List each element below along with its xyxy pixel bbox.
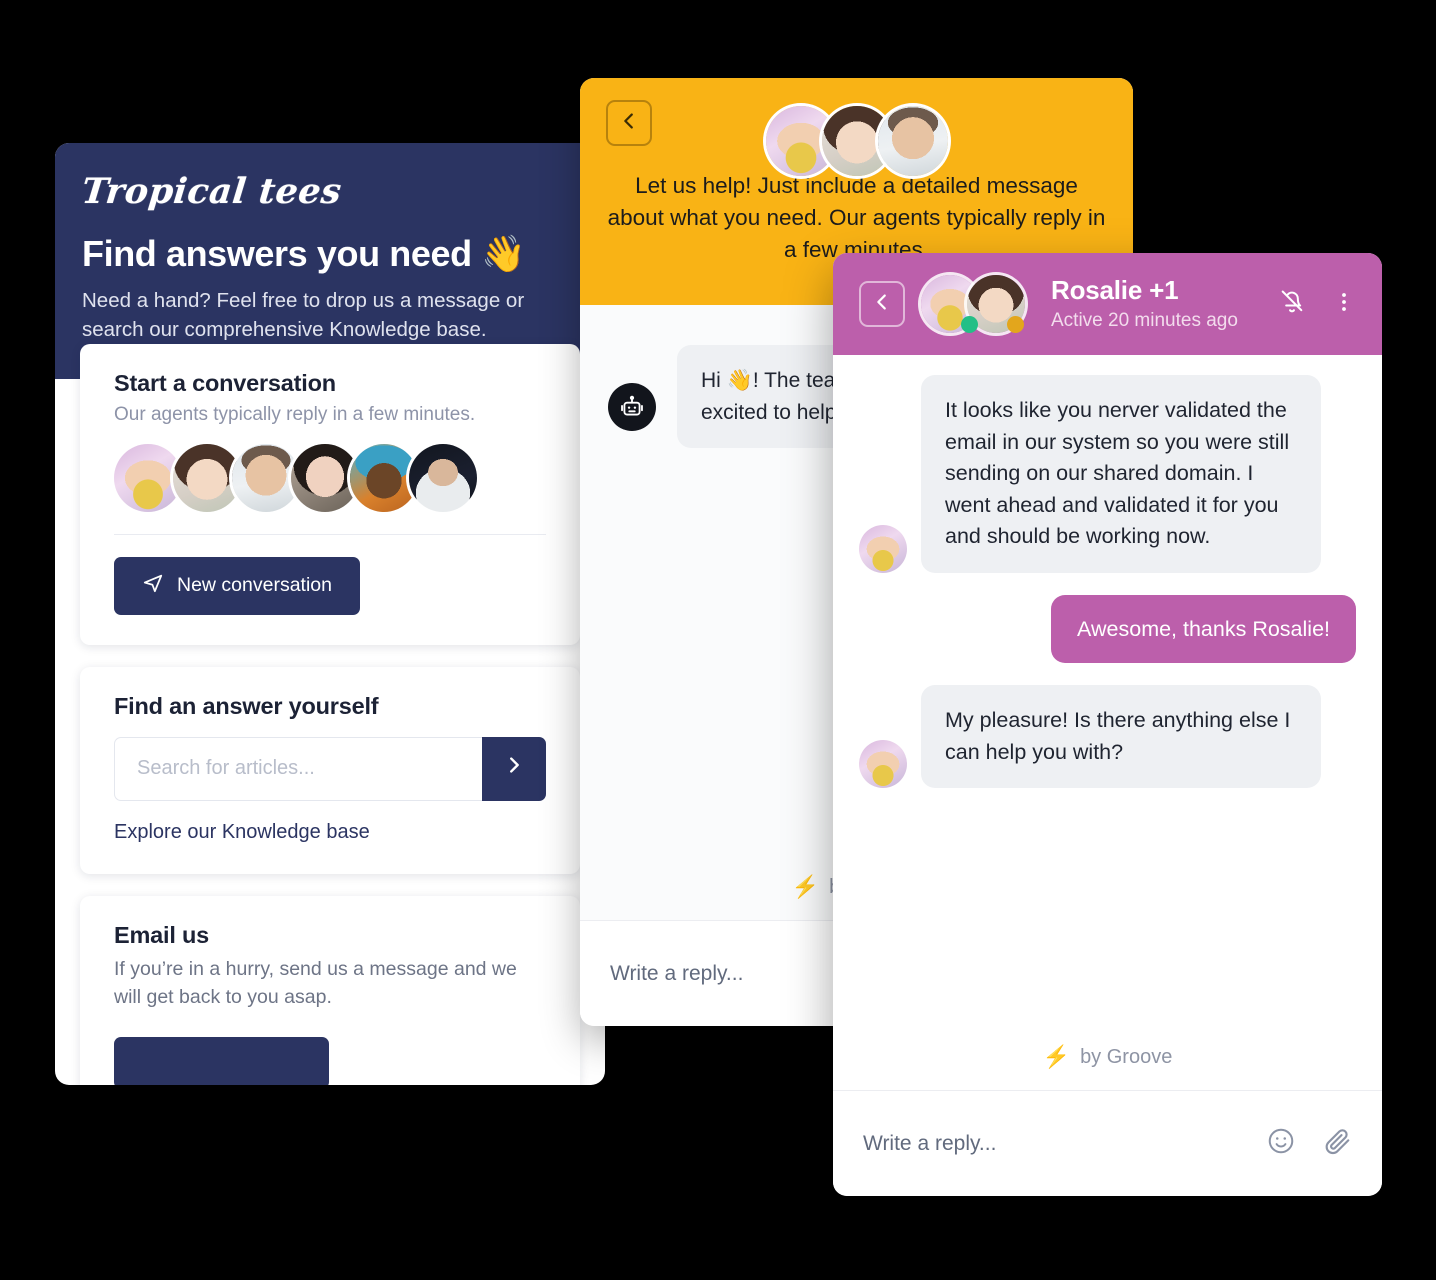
explore-knowledge-base-link[interactable]: Explore our Knowledge base — [114, 821, 370, 844]
paperclip-icon[interactable] — [1322, 1126, 1352, 1161]
rosalie-groove-label: by Groove — [1080, 1045, 1173, 1068]
send-icon — [142, 572, 164, 600]
email-us-card: Email us If you’re in a hurry, send us a… — [80, 895, 580, 1085]
avatar-agent-3 — [232, 443, 300, 512]
avatar-rosalie — [859, 740, 907, 789]
knowledge-base-panel: Tropical tees Find answers you need 👋 Ne… — [55, 143, 605, 1085]
bot-chat-headline: Let us help! Just include a detailed mes… — [607, 173, 1106, 262]
screenshot-stage: Tropical tees Find answers you need 👋 Ne… — [0, 0, 1436, 1280]
page-subtitle: Need a hand? Feel free to drop us a mess… — [82, 289, 525, 342]
start-conversation-subtext: Our agents typically reply in a few minu… — [114, 403, 476, 425]
message-row: Awesome, thanks Rosalie! — [833, 594, 1382, 664]
reply-action-icons — [1266, 1126, 1352, 1161]
conversation-status: Active 20 minutes ago — [1051, 310, 1238, 332]
chevron-left-icon — [871, 291, 893, 318]
email-us-button[interactable] — [114, 1037, 329, 1085]
search-input[interactable] — [114, 736, 482, 801]
rosalie-reply-input[interactable]: Write a reply... — [863, 1132, 1266, 1156]
emoji-icon[interactable] — [1266, 1126, 1296, 1161]
message-bubble-outgoing: Awesome, thanks Rosalie! — [1051, 594, 1356, 664]
brand-logo: Tropical tees — [79, 171, 344, 212]
bell-off-icon[interactable] — [1278, 288, 1306, 321]
message-row: My pleasure! Is there anything else I ca… — [833, 685, 1382, 789]
rosalie-avatars — [921, 275, 1025, 333]
avatar-agent-5 — [350, 443, 418, 512]
robot-icon — [608, 383, 656, 431]
search-card: Find an answer yourself Explore our Know… — [80, 666, 580, 874]
rosalie-chat-panel: Rosalie +1 Active 20 minutes ago It look… — [833, 253, 1382, 1196]
back-button[interactable] — [859, 281, 905, 327]
avatar-agent-2 — [173, 443, 241, 512]
rosalie-reply-bar: Write a reply... — [833, 1090, 1382, 1196]
more-vertical-icon[interactable] — [1332, 290, 1356, 319]
message-bubble-incoming: It looks like you nerver validated the e… — [921, 375, 1321, 573]
avatar-rosalie — [859, 524, 907, 573]
message-row: It looks like you nerver validated the e… — [833, 375, 1382, 573]
search-row — [114, 736, 546, 801]
search-submit-button[interactable] — [482, 736, 546, 801]
presence-online-dot — [961, 316, 978, 333]
page-title: Find answers you need 👋 — [82, 233, 526, 274]
avatar-agent-3 — [877, 106, 948, 176]
email-us-body: If you’re in a hurry, send us a message … — [114, 957, 517, 1008]
avatar-agent-4 — [291, 443, 359, 512]
search-card-heading: Find an answer yourself — [114, 692, 379, 719]
rosalie-title-block: Rosalie +1 Active 20 minutes ago — [1051, 275, 1238, 333]
rosalie-chat-header: Rosalie +1 Active 20 minutes ago — [833, 253, 1382, 355]
new-conversation-button[interactable]: New conversation — [114, 556, 360, 615]
avatar-agent-6 — [409, 443, 477, 512]
rosalie-header-actions — [1278, 288, 1356, 321]
chevron-right-icon — [503, 754, 525, 783]
agent-avatar-strip — [114, 443, 546, 535]
start-conversation-heading: Start a conversation — [114, 369, 336, 396]
avatar-agent-1 — [114, 443, 182, 512]
email-us-heading: Email us — [114, 921, 210, 948]
lightning-bolt-icon: ⚡ — [791, 874, 820, 899]
conversation-title: Rosalie +1 — [1051, 275, 1179, 305]
rosalie-groove-footer: ⚡ by Groove — [833, 1024, 1382, 1090]
lightning-bolt-icon: ⚡ — [1042, 1044, 1071, 1069]
presence-away-dot — [1007, 316, 1024, 333]
message-bubble-incoming: My pleasure! Is there anything else I ca… — [921, 685, 1321, 789]
start-conversation-card: Start a conversation Our agents typicall… — [80, 343, 580, 645]
new-conversation-label: New conversation — [177, 574, 332, 597]
bot-agent-avatars — [580, 106, 1133, 176]
rosalie-message-list: It looks like you nerver validated the e… — [833, 355, 1382, 1090]
